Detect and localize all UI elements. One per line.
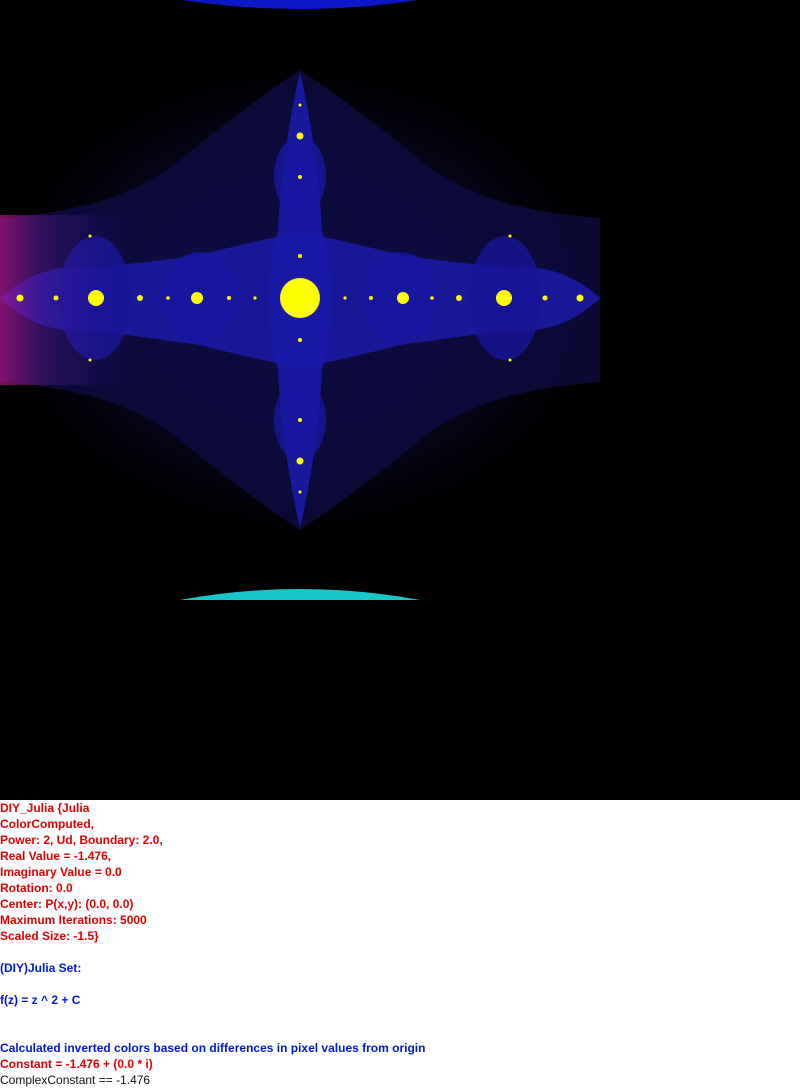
param-line: Scaled Size: -1.5} xyxy=(0,929,99,943)
bulb-left-6 xyxy=(227,296,231,300)
formula: f(z) = z ^ 2 + C xyxy=(0,993,81,1007)
bulb-up-3 xyxy=(298,254,302,258)
bulb-down-1 xyxy=(296,457,304,465)
bulb-diag-3 xyxy=(508,358,512,362)
bulb-down-3 xyxy=(298,338,302,342)
bulb-left-5 xyxy=(53,295,59,301)
bulb-right-5 xyxy=(542,295,548,301)
param-line: Center: P(x,y): (0.0, 0.0) xyxy=(0,897,134,911)
bulb-left-3 xyxy=(16,294,24,302)
bulb-right-7 xyxy=(430,296,434,300)
bulb-up-2 xyxy=(298,175,302,179)
param-line: Maximum Iterations: 5000 xyxy=(0,913,147,927)
bulb-down-2 xyxy=(298,418,302,422)
param-line: DIY_Julia {Julia xyxy=(0,801,90,815)
bulb-diag-2 xyxy=(88,234,92,238)
set-name: (DIY)Julia Set: xyxy=(0,961,82,975)
bulb-left-8 xyxy=(253,296,257,300)
bulb-diag-1 xyxy=(508,234,512,238)
bulb-right-6 xyxy=(369,296,373,300)
bulb-center xyxy=(280,278,320,318)
param-line: Real Value = -1.476, xyxy=(0,849,112,863)
julia-set-image xyxy=(0,0,600,600)
caption-panel: DIY_Julia {Julia ColorComputed, Power: 2… xyxy=(0,800,800,1088)
bulb-right-2 xyxy=(496,290,512,306)
param-line: Rotation: 0.0 xyxy=(0,881,73,895)
bulb-left-1 xyxy=(191,292,203,304)
bulb-left-7 xyxy=(166,296,170,300)
constant: Constant = -1.476 + (0.0 * i) xyxy=(0,1057,153,1071)
complex-constant: ComplexConstant == -1.476 xyxy=(0,1073,151,1087)
bulb-right-4 xyxy=(456,295,462,301)
bulb-right-8 xyxy=(343,296,347,300)
param-line: Power: 2, Ud, Boundary: 2.0, xyxy=(0,833,163,847)
bulb-right-1 xyxy=(397,292,409,304)
description: Calculated inverted colors based on diff… xyxy=(0,1041,426,1055)
param-line: Imaginary Value = 0.0 xyxy=(0,865,122,879)
bulb-diag-4 xyxy=(88,358,92,362)
bulb-down-4 xyxy=(298,490,302,494)
fractal-canvas xyxy=(0,0,800,800)
bulb-right-3 xyxy=(576,294,584,302)
bulb-up-1 xyxy=(296,132,304,140)
param-line: ColorComputed, xyxy=(0,817,94,831)
bulb-left-2 xyxy=(88,290,104,306)
bulb-up-4 xyxy=(298,103,302,107)
bulb-left-4 xyxy=(137,295,143,301)
